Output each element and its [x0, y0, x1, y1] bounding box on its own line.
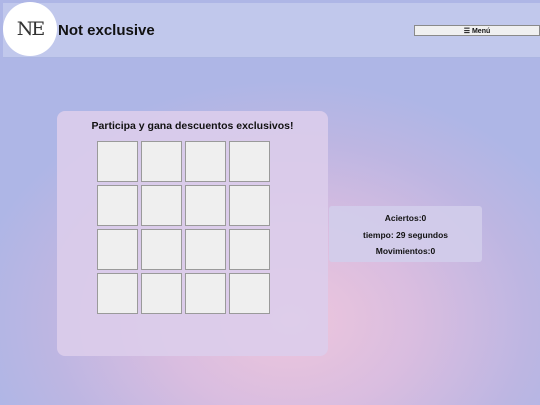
brand-name: Not exclusive [58, 22, 155, 39]
memory-card[interactable] [141, 229, 182, 270]
memory-card[interactable] [185, 229, 226, 270]
menu-button[interactable]: ☰ Menú [414, 25, 540, 36]
memory-card[interactable] [97, 185, 138, 226]
memory-card[interactable] [229, 273, 270, 314]
memory-card[interactable] [229, 229, 270, 270]
memory-card[interactable] [97, 141, 138, 182]
moves-counter: Movimientos:0 [375, 246, 436, 256]
hits-counter: Aciertos:0 [384, 213, 427, 223]
memory-card[interactable] [185, 141, 226, 182]
logo-monogram: NE [16, 18, 45, 40]
memory-card[interactable] [185, 185, 226, 226]
card-grid [97, 141, 271, 317]
game-stats-panel: Aciertos:0 tiempo: 29 segundos Movimient… [329, 206, 482, 262]
memory-card[interactable] [229, 185, 270, 226]
memory-card[interactable] [97, 229, 138, 270]
memory-game-panel: Participa y gana descuentos exclusivos! [57, 111, 328, 356]
memory-card[interactable] [141, 141, 182, 182]
memory-card[interactable] [185, 273, 226, 314]
game-title: Participa y gana descuentos exclusivos! [91, 120, 294, 132]
memory-card[interactable] [97, 273, 138, 314]
memory-card[interactable] [141, 273, 182, 314]
memory-card[interactable] [141, 185, 182, 226]
brand-logo[interactable]: NE [3, 2, 57, 56]
timer-display: tiempo: 29 segundos [362, 230, 448, 240]
memory-card[interactable] [229, 141, 270, 182]
